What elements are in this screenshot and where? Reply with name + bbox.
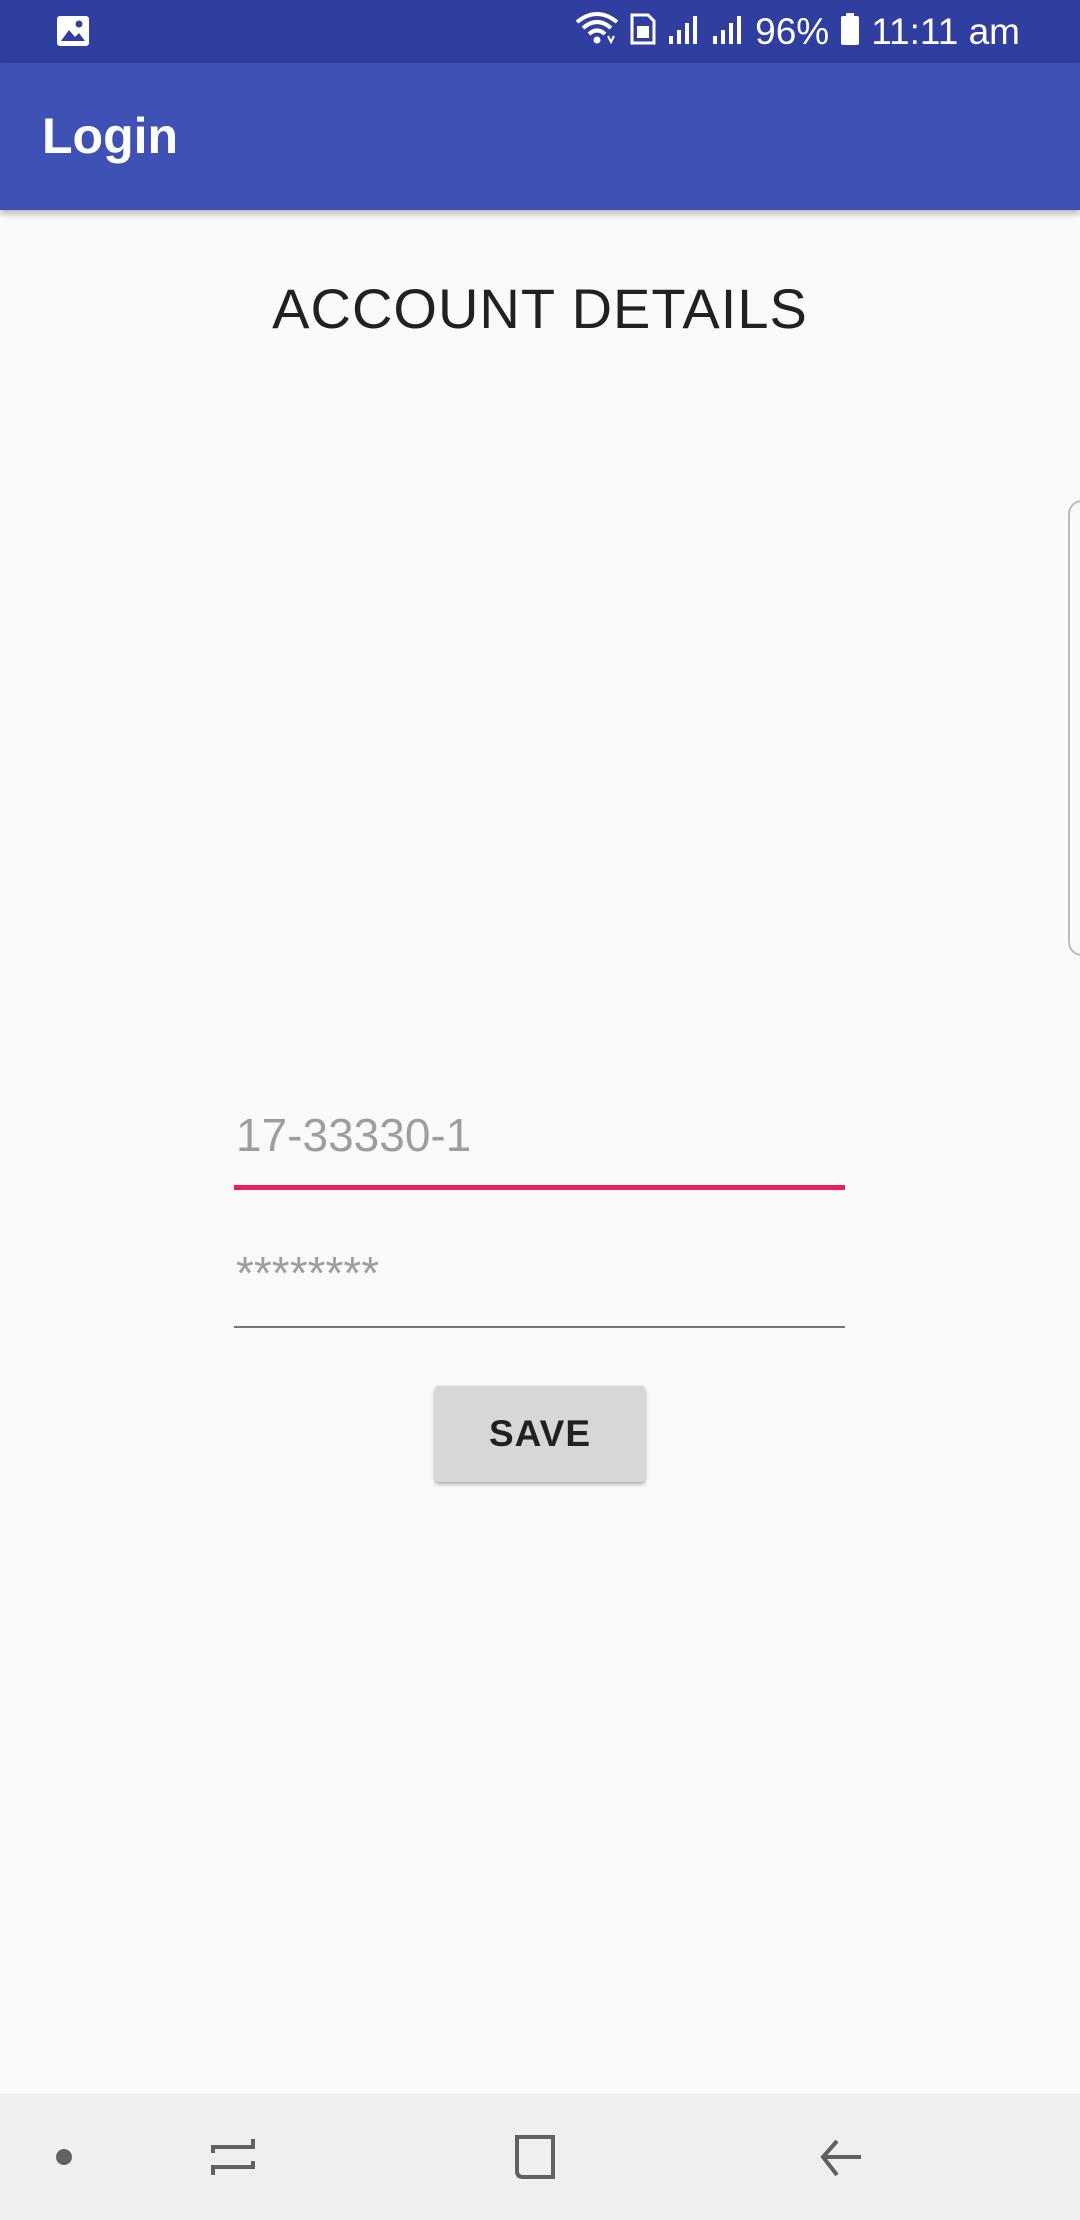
id-input[interactable] xyxy=(234,1090,845,1180)
battery-icon xyxy=(839,12,861,51)
image-icon xyxy=(56,15,90,47)
sim-card-icon xyxy=(629,12,657,51)
clock: 11:11 am xyxy=(871,11,1020,52)
battery-percent: 96% xyxy=(755,11,830,52)
id-field xyxy=(234,1090,845,1190)
save-button[interactable]: SAVE xyxy=(435,1386,645,1482)
page-title: ACCOUNT DETAILS xyxy=(272,277,808,340)
signal-icon xyxy=(667,12,701,51)
dot-icon[interactable] xyxy=(34,2094,94,2220)
home-icon[interactable] xyxy=(500,2094,570,2220)
app-bar-title: Login xyxy=(42,108,179,164)
app-bar: Login xyxy=(0,63,1080,210)
navigation-bar xyxy=(0,2094,1080,2220)
password-field-underline xyxy=(234,1326,845,1328)
wifi-icon xyxy=(575,12,619,51)
status-bar: 96% 11:11 am xyxy=(0,0,1080,63)
edge-panel-handle[interactable] xyxy=(1068,500,1080,956)
password-field xyxy=(234,1228,845,1328)
id-field-underline xyxy=(234,1185,845,1190)
status-icons: 96% 11:11 am xyxy=(575,0,1020,63)
signal-icon xyxy=(711,12,745,51)
recent-apps-icon[interactable] xyxy=(198,2094,268,2220)
screen: 96% 11:11 am Login ACCOUNT DETAILS SAVE xyxy=(0,0,1080,2220)
back-icon[interactable] xyxy=(806,2094,876,2220)
password-input[interactable] xyxy=(234,1228,845,1318)
